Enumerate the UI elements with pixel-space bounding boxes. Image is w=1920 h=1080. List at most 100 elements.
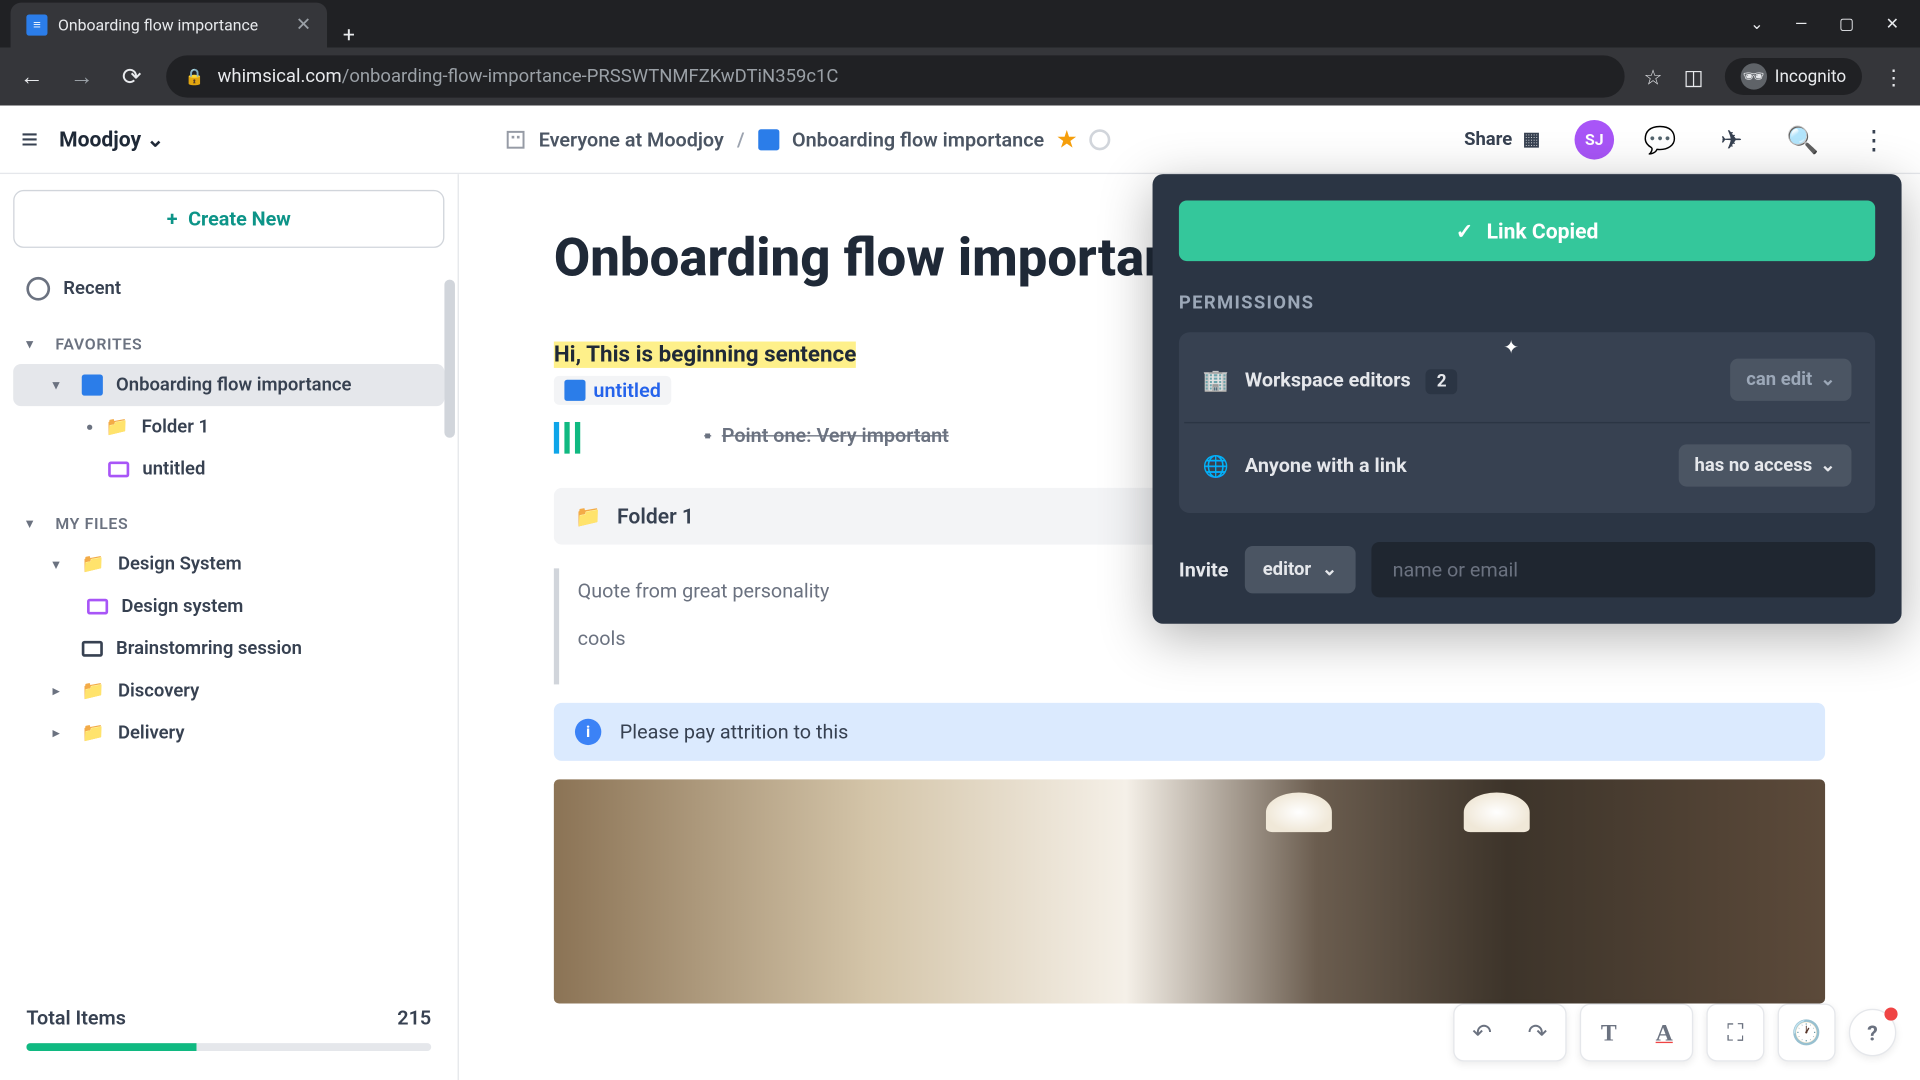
check-icon: ✓ — [1456, 218, 1474, 243]
breadcrumb-separator: / — [737, 127, 745, 151]
menu-toggle-icon[interactable]: ≡ — [21, 122, 38, 156]
sidebar-item-label: Design system — [121, 596, 243, 617]
text-style-button[interactable]: T — [1581, 1004, 1636, 1062]
star-icon[interactable]: ★ — [1057, 127, 1076, 152]
building-icon: 🏢 — [1203, 367, 1229, 392]
sidebar-item-label: Discovery — [118, 680, 199, 701]
breadcrumb-root[interactable]: Everyone at Moodjoy — [539, 127, 724, 151]
share-button[interactable]: Share ▦ — [1451, 121, 1554, 158]
strikethrough-bullet[interactable]: Point one: Very important — [704, 423, 949, 447]
sidebar-item-design-system-board[interactable]: Design system — [13, 586, 444, 628]
maximize-icon[interactable]: ▢ — [1839, 15, 1854, 33]
sidebar-item-label: Folder 1 — [142, 417, 209, 438]
perm-label: Anyone with a link — [1245, 454, 1663, 478]
chevron-down-icon: ⌄ — [1820, 369, 1835, 390]
share-label: Share — [1464, 129, 1512, 150]
inline-doc-link[interactable]: untitled — [554, 376, 672, 405]
url-path: /onboarding-flow-importance-PRSSWTNMFZKw… — [342, 66, 839, 87]
comments-icon[interactable]: 💬 — [1635, 114, 1685, 164]
perm-row-public: 🌐 Anyone with a link has no access ⌄ — [1184, 422, 1870, 508]
app-header: ≡ Moodjoy ⌄ Everyone at Moodjoy / Onboar… — [0, 105, 1920, 174]
redo-button[interactable]: ↷ — [1510, 1004, 1565, 1062]
invite-input[interactable]: name or email — [1371, 542, 1875, 597]
folder-icon: 📁 — [105, 417, 128, 438]
sidebar-item-label: Brainstomring session — [116, 638, 302, 659]
create-new-button[interactable]: + Create New — [13, 190, 444, 248]
callout-text: Please pay attrition to this — [620, 720, 849, 744]
help-button[interactable]: ? — [1849, 1009, 1896, 1056]
myfiles-section[interactable]: ▾ MY FILES — [13, 504, 444, 544]
incognito-badge[interactable]: 🕶 Incognito — [1725, 58, 1862, 95]
perm-row-workspace: 🏢 Workspace editors 2 can edit ⌄ — [1184, 338, 1870, 422]
extensions-icon[interactable]: ◫ — [1684, 64, 1704, 89]
lock-icon: 🔒 — [185, 67, 205, 85]
url-field[interactable]: 🔒 whimsical.com/onboarding-flow-importan… — [166, 55, 1625, 97]
history-button[interactable]: 🕐 — [1779, 1004, 1834, 1062]
folder-embed[interactable]: 📁 Folder 1 — [554, 488, 1174, 545]
access-select-public[interactable]: has no access ⌄ — [1679, 444, 1852, 486]
caret-icon: ▸ — [53, 726, 69, 741]
sidebar-item-discovery[interactable]: ▸ 📁 Discovery — [13, 670, 444, 712]
avatar[interactable]: SJ — [1575, 119, 1615, 159]
folder-icon: 📁 — [82, 680, 105, 701]
sidebar-scrollbar[interactable] — [444, 280, 455, 438]
favorites-section[interactable]: ▾ FAVORITES — [13, 324, 444, 364]
embedded-image[interactable] — [554, 779, 1825, 1003]
browser-tab[interactable]: ≡ Onboarding flow importance ✕ — [11, 3, 327, 48]
chevron-down-icon: ⌄ — [1820, 455, 1835, 476]
share-popover: ✓ Link Copied PERMISSIONS 🏢 Workspace ed… — [1153, 174, 1902, 624]
sidebar: + Create New Recent ▾ FAVORITES ▾ Onboar… — [0, 174, 459, 1080]
sidebar-item-brainstorming[interactable]: Brainstomring session — [13, 628, 444, 670]
search-icon[interactable]: 🔍 — [1778, 114, 1828, 164]
permissions-heading: PERMISSIONS — [1179, 293, 1875, 314]
new-tab-button[interactable]: + — [327, 22, 371, 47]
breadcrumb-doc[interactable]: Onboarding flow importance — [792, 127, 1044, 151]
info-callout[interactable]: i Please pay attrition to this — [554, 703, 1825, 761]
send-icon[interactable]: ✈ — [1706, 114, 1756, 164]
undo-button[interactable]: ↶ — [1455, 1004, 1510, 1062]
tab-title: Onboarding flow importance — [58, 16, 258, 34]
url-domain: whimsical.com — [218, 66, 342, 87]
sidebar-recent[interactable]: Recent — [13, 266, 444, 311]
more-menu-icon[interactable]: ⋮ — [1849, 114, 1899, 164]
floating-toolbar: ↶ ↷ T A ⛶ 🕐 ? — [1453, 1004, 1896, 1062]
sync-status-icon — [1089, 129, 1110, 150]
fullscreen-button[interactable]: ⛶ — [1708, 1004, 1763, 1062]
sidebar-item-onboarding[interactable]: ▾ Onboarding flow importance — [13, 364, 444, 406]
browser-menu-icon[interactable]: ⋮ — [1883, 64, 1904, 89]
minimize-icon[interactable]: ― — [1795, 15, 1807, 33]
sidebar-item-design-system[interactable]: ▾ 📁 Design System — [13, 543, 444, 585]
count-badge: 2 — [1426, 369, 1457, 394]
breadcrumb: Everyone at Moodjoy / Onboarding flow im… — [504, 127, 1110, 152]
sidebar-item-delivery[interactable]: ▸ 📁 Delivery — [13, 712, 444, 754]
building-icon — [504, 129, 525, 150]
recent-label: Recent — [63, 278, 121, 299]
back-button[interactable]: ← — [16, 63, 48, 91]
sidebar-item-label: untitled — [142, 459, 205, 480]
link-copied-button[interactable]: ✓ Link Copied — [1179, 200, 1875, 261]
invite-role-select[interactable]: editor ⌄ — [1244, 546, 1355, 593]
caret-icon: ▾ — [26, 516, 42, 531]
chevron-down-icon: ⌄ — [1322, 559, 1337, 580]
text-color-button[interactable]: A — [1637, 1004, 1692, 1062]
doc-icon — [82, 375, 103, 396]
total-items-value: 215 — [397, 1006, 431, 1030]
reload-button[interactable]: ⟳ — [116, 63, 148, 91]
close-tab-icon[interactable]: ✕ — [296, 15, 311, 36]
invite-row: Invite editor ⌄ name or email — [1179, 542, 1875, 597]
workspace-switcher[interactable]: Moodjoy ⌄ — [59, 127, 164, 152]
quote-line-2: cools — [578, 626, 1807, 650]
close-window-icon[interactable]: ✕ — [1886, 15, 1899, 33]
folder-icon: 📁 — [575, 504, 601, 529]
chevron-down-icon[interactable]: ⌄ — [1750, 15, 1763, 33]
access-select-workspace[interactable]: can edit ⌄ — [1730, 359, 1851, 401]
bookmark-icon[interactable]: ☆ — [1644, 64, 1663, 89]
forward-button[interactable]: → — [66, 63, 98, 91]
incognito-label: Incognito — [1775, 67, 1846, 87]
folder-name: Folder 1 — [617, 504, 694, 529]
highlighted-text[interactable]: Hi, This is beginning sentence — [554, 342, 856, 368]
sidebar-item-untitled[interactable]: untitled — [13, 448, 444, 490]
board-icon — [82, 641, 103, 657]
sidebar-item-folder1[interactable]: 📁 Folder 1 — [13, 406, 444, 448]
copied-label: Link Copied — [1487, 218, 1599, 243]
